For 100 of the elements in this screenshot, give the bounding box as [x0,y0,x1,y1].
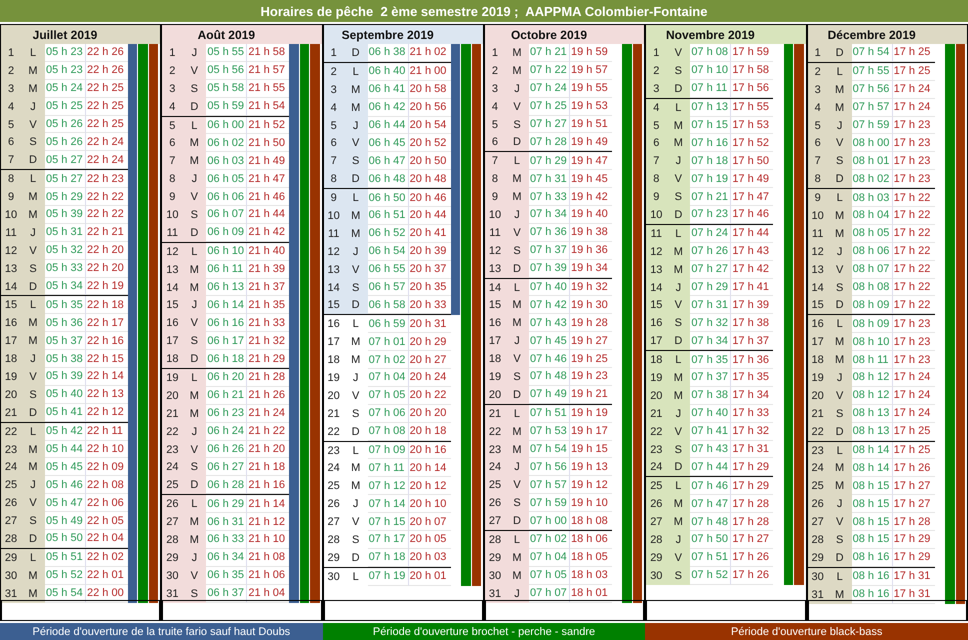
weekday-letter: V [190,568,199,584]
weekday-letter: S [190,586,199,602]
end-time: 22 h 13 [86,386,128,404]
day-number: 27 [326,515,341,530]
end-time: 19 h 17 [570,422,612,441]
start-time: 07 h 23 [690,206,732,224]
weekday-letter: V [28,118,38,132]
day-number: 24 [165,460,180,476]
start-time: 06 h 11 [206,260,248,279]
weekday-letter: D [189,352,200,368]
weekday-letter: L [28,46,38,61]
weekday-letter: M [511,298,523,314]
weekday-letter: M [834,82,846,98]
end-time: 22 h 24 [86,133,128,152]
weekday-letter: M [27,460,39,476]
weekday-letter: V [834,136,844,152]
weekday-letter: V [350,262,360,278]
weekday-letter: M [350,82,362,98]
weekday-letter: V [834,388,844,404]
end-time: 17 h 25 [892,422,935,441]
day-number: 14 [810,280,825,296]
weekday-letter: M [511,568,523,584]
day-number: 30 [649,568,664,584]
day-number: 15 [4,298,18,314]
start-time: 07 h 01 [368,333,409,352]
weekday-letter: S [350,532,360,548]
weekday-letter: L [836,64,844,80]
day-number: 21 [649,406,664,422]
weekday-letter: L [512,406,522,422]
weekday-letter: J [513,586,521,602]
end-time: 21 h 02 [408,44,451,62]
start-time: 06 h 35 [206,566,248,585]
end-time: 21 h 00 [408,62,451,81]
start-time: 07 h 00 [528,512,570,530]
end-time: 20 h 03 [408,548,451,567]
start-time: 06 h 38 [368,44,409,62]
day-number: 26 [326,497,341,512]
day-number: 23 [165,442,180,458]
day-number: 24 [4,460,18,476]
end-time: 20 h 29 [408,333,451,352]
start-time: 07 h 04 [368,369,409,387]
weekday-letter: L [190,370,198,386]
weekday-letter: M [834,461,846,476]
weekday-letter: L [674,226,682,242]
sheet-title: Horaires de pêche 2 ème semestre 2019 ; AAPPMA Colombier-Fontaine [0,0,968,22]
end-time: 20 h 48 [408,170,451,188]
end-time: 21 h 35 [247,296,290,314]
weekday-letter: J [352,118,360,134]
end-time: 21 h 55 [247,80,290,98]
day-number: 11 [810,226,824,242]
start-time: 07 h 43 [690,440,732,458]
weekday-letter: M [511,424,523,440]
start-time: 07 h 45 [528,332,570,350]
start-time: 05 h 23 [45,44,86,62]
weekday-letter: L [190,497,198,512]
end-time: 18 h 08 [570,512,612,530]
end-time: 17 h 33 [731,404,774,423]
weekday-letter: V [512,100,522,115]
start-time: 05 h 44 [45,440,86,458]
weekday-letter: M [188,280,200,296]
day-number: 18 [165,352,180,368]
day-number: 16 [649,316,664,332]
day-number: 19 [165,370,180,386]
weekday-letter: M [511,172,523,188]
start-time: 07 h 18 [690,152,732,170]
start-time: 06 h 50 [368,189,409,208]
weekday-letter: S [190,334,199,350]
weekday-letter: J [29,352,37,368]
end-time: 21 h 33 [247,314,290,332]
start-time: 08 h 14 [852,442,893,460]
weekday-letter: D [350,424,361,440]
weekday-letter: L [190,118,198,134]
end-time: 20 h 52 [408,134,451,152]
end-time: 20 h 56 [408,98,451,117]
start-time: 06 h 45 [368,134,409,152]
day-number: 16 [810,317,825,332]
weekday-letter: D [350,46,361,61]
end-time: 17 h 22 [892,260,935,279]
weekday-letter: L [28,172,38,188]
weekday-letter: M [350,335,362,350]
end-time: 19 h 15 [570,440,612,458]
day-number: 24 [810,461,825,476]
start-time: 07 h 52 [690,566,732,585]
start-time: 06 h 21 [206,386,248,405]
end-time: 21 h 39 [247,260,290,279]
start-time: 07 h 51 [528,404,570,423]
start-time: 07 h 28 [528,133,570,152]
month-header: Octobre 2019 [484,25,644,44]
weekday-letter: L [836,317,844,332]
start-time: 08 h 02 [852,170,893,188]
day-number: 27 [810,515,825,530]
day-number: 19 [649,370,664,386]
weekday-letter: S [350,280,360,296]
end-time: 17 h 22 [892,207,935,225]
day-number: 30 [165,568,180,584]
end-time: 19 h 36 [570,242,612,260]
end-time: 20 h 27 [408,351,451,370]
weekday-letter: V [834,262,844,278]
start-time: 07 h 31 [528,170,570,188]
end-time: 17 h 27 [731,531,774,549]
